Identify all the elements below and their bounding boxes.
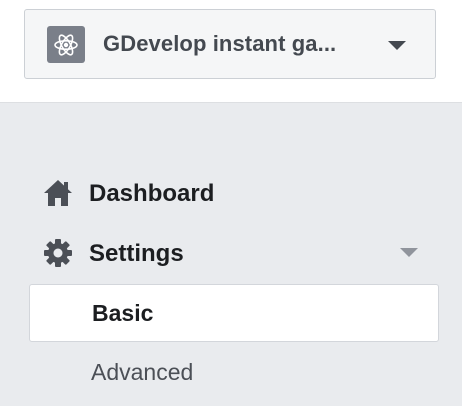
sidebar-item-settings[interactable]: Settings <box>0 227 462 277</box>
sidebar-subitem-basic[interactable]: Basic <box>29 284 439 342</box>
home-icon <box>42 177 74 209</box>
gear-icon <box>42 237 74 269</box>
sidebar-item-dashboard[interactable]: Dashboard <box>0 167 462 217</box>
sidebar-subitem-label: Basic <box>92 300 154 326</box>
app-header: GDevelop instant ga... <box>0 0 462 102</box>
chevron-down-icon <box>388 41 406 50</box>
sidebar-subitem-label: Advanced <box>91 359 194 385</box>
sidebar-item-label: Dashboard <box>89 180 215 207</box>
atom-icon <box>47 26 85 63</box>
sidebar-nav: Dashboard Settings Basic Advanced <box>0 102 462 406</box>
sidebar-item-label: Settings <box>89 240 184 267</box>
app-selector-dropdown[interactable]: GDevelop instant ga... <box>24 9 436 79</box>
chevron-down-icon[interactable] <box>400 248 418 257</box>
app-name: GDevelop instant ga... <box>103 31 337 56</box>
sidebar-subitem-advanced[interactable]: Advanced <box>29 344 439 402</box>
